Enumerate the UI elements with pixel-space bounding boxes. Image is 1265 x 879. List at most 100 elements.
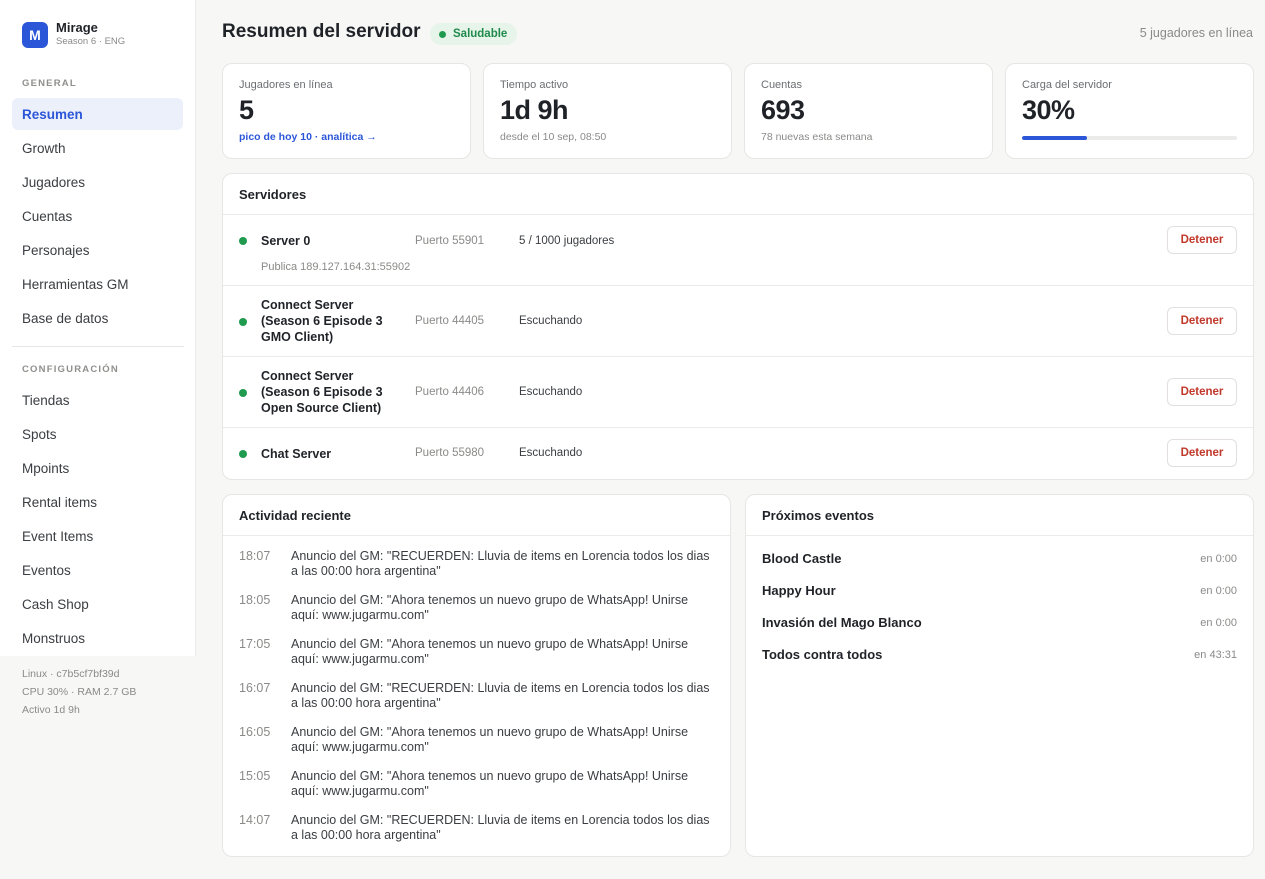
online-players-text: 5 jugadores en línea: [1139, 26, 1253, 40]
status-badge: Saludable: [430, 23, 518, 45]
page-title: Resumen del servidor: [222, 21, 421, 42]
card-divider: [223, 535, 730, 536]
activity-text: Anuncio del GM: "Ahora tenemos un nuevo …: [291, 593, 689, 622]
server-row: Chat Server Puerto 55980 Escuchando Dete…: [223, 428, 1253, 480]
sidebar-item-mpoints[interactable]: Mpoints: [12, 452, 183, 484]
server-public-address: Publica 189.127.164.31:55902: [261, 261, 411, 273]
event-name: Todos contra todos: [762, 647, 883, 662]
server-status: Escuchando: [519, 315, 583, 327]
activity-text: Anuncio del GM: "RECUERDEN: Lluvia de it…: [291, 549, 710, 578]
activity-title: Actividad reciente: [239, 508, 351, 523]
sidebar-item-rental-items[interactable]: Rental items: [12, 486, 183, 518]
stat-value: 30%: [1022, 95, 1075, 125]
activity-text: Anuncio del GM: "Ahora tenemos un nuevo …: [291, 725, 689, 754]
sidebar-item-base-de-datos[interactable]: Base de datos: [12, 302, 183, 334]
system-host: Linux · c7b5cf7bf39d: [22, 668, 120, 680]
sidebar-item-growth[interactable]: Growth: [12, 132, 183, 164]
system-resources: CPU 30% · RAM 2.7 GB: [22, 686, 137, 698]
server-status-dot-icon: [239, 389, 247, 397]
status-dot-icon: [439, 30, 446, 38]
servers-title: Servidores: [239, 187, 307, 202]
stop-server-button[interactable]: Detener: [1167, 226, 1237, 254]
server-status-dot-icon: [239, 450, 247, 458]
activity-time: 18:05: [239, 593, 271, 607]
sidebar-item-eventos[interactable]: Eventos: [12, 554, 183, 586]
sidebar-item-personajes[interactable]: Personajes: [12, 234, 183, 266]
sidebar: M Mirage Season 6 · ENG GENERAL Resumen …: [0, 0, 196, 879]
analytics-link[interactable]: pico de hoy 10 · analítica →: [239, 131, 377, 143]
stat-value: 1d 9h: [500, 95, 569, 125]
event-time: en 0:00: [1200, 585, 1237, 597]
sidebar-item-event-items[interactable]: Event Items: [12, 520, 183, 552]
section-label-general: GENERAL: [22, 78, 77, 89]
activity-time: 18:07: [239, 549, 271, 563]
event-time: en 43:31: [1194, 649, 1237, 661]
stop-server-button[interactable]: Detener: [1167, 307, 1237, 335]
activity-time: 14:07: [239, 813, 271, 827]
brand-subtitle: Season 6 · ENG: [56, 36, 126, 47]
activity-text: Anuncio del GM: "RECUERDEN: Lluvia de it…: [291, 813, 710, 842]
event-time: en 0:00: [1200, 553, 1237, 565]
system-info: Linux · c7b5cf7bf39d CPU 30% · RAM 2.7 G…: [22, 665, 136, 719]
servers-card: Servidores Server 0 Puerto 55901 5 / 100…: [222, 173, 1254, 480]
sidebar-item-cash-shop[interactable]: Cash Shop: [12, 588, 183, 620]
server-row: Server 0 Puerto 55901 5 / 1000 jugadores…: [223, 215, 1253, 286]
brand[interactable]: M Mirage Season 6 · ENG: [22, 21, 125, 48]
events-card: Próximos eventos Blood Castle en 0:00 Ha…: [745, 494, 1254, 857]
brand-logo: M: [22, 21, 48, 48]
event-time: en 0:00: [1200, 617, 1237, 629]
stat-card-uptime: Tiempo activo 1d 9h desde el 10 sep, 08:…: [483, 63, 732, 159]
activity-text: Anuncio del GM: "Ahora tenemos un nuevo …: [291, 637, 689, 666]
stat-label: Tiempo activo: [500, 79, 569, 91]
activity-time: 16:05: [239, 725, 271, 739]
server-port: Puerto 55901: [415, 235, 485, 247]
system-uptime: Activo 1d 9h: [22, 704, 80, 716]
stat-card-accounts: Cuentas 693 78 nuevas esta semana: [744, 63, 993, 159]
server-row: Connect Server (Season 6 Episode 3 GMO C…: [223, 286, 1253, 357]
server-port: Puerto 44406: [415, 386, 485, 398]
stat-sub: desde el 10 sep, 08:50: [500, 131, 607, 143]
activity-time: 16:07: [239, 681, 271, 695]
server-status: 5 / 1000 jugadores: [519, 235, 615, 247]
load-progress-bar: [1022, 136, 1237, 140]
sidebar-item-spots[interactable]: Spots: [12, 418, 183, 450]
server-status-dot-icon: [239, 318, 247, 326]
server-row: Connect Server (Season 6 Episode 3 Open …: [223, 357, 1253, 428]
activity-text: Anuncio del GM: "RECUERDEN: Lluvia de it…: [291, 681, 710, 710]
server-name: Server 0: [261, 234, 311, 248]
server-status: Escuchando: [519, 386, 583, 398]
sidebar-item-monstruos[interactable]: Monstruos: [12, 622, 183, 654]
event-name: Happy Hour: [762, 583, 836, 598]
load-progress-fill: [1022, 136, 1087, 140]
server-port: Puerto 55980: [415, 447, 485, 459]
stat-sub: 78 nuevas esta semana: [761, 131, 873, 143]
server-name: Connect Server (Season 6 Episode 3 GMO C…: [261, 298, 383, 344]
sidebar-item-cuentas[interactable]: Cuentas: [12, 200, 183, 232]
sidebar-item-jugadores[interactable]: Jugadores: [12, 166, 183, 198]
sidebar-item-tiendas[interactable]: Tiendas: [12, 384, 183, 416]
stat-card-players: Jugadores en línea 5 pico de hoy 10 · an…: [222, 63, 471, 159]
server-status: Escuchando: [519, 447, 583, 459]
section-label-configuracion: CONFIGURACIÓN: [22, 364, 119, 375]
activity-time: 15:05: [239, 769, 271, 783]
stat-label: Cuentas: [761, 79, 802, 91]
stop-server-button[interactable]: Detener: [1167, 378, 1237, 406]
stat-value: 5: [239, 95, 254, 125]
sidebar-item-resumen[interactable]: Resumen: [12, 98, 183, 130]
stat-label: Carga del servidor: [1022, 79, 1112, 91]
stat-value: 693: [761, 95, 805, 125]
activity-text: Anuncio del GM: "Ahora tenemos un nuevo …: [291, 769, 689, 798]
activity-time: 17:05: [239, 637, 271, 651]
events-title: Próximos eventos: [762, 508, 874, 523]
event-name: Invasión del Mago Blanco: [762, 615, 922, 630]
server-status-dot-icon: [239, 237, 247, 245]
brand-name: Mirage: [56, 20, 98, 35]
sidebar-item-herramientas-gm[interactable]: Herramientas GM: [12, 268, 183, 300]
activity-card: Actividad reciente 18:07 Anuncio del GM:…: [222, 494, 731, 857]
stat-card-load: Carga del servidor 30%: [1005, 63, 1254, 159]
stop-server-button[interactable]: Detener: [1167, 439, 1237, 467]
server-name: Connect Server (Season 6 Episode 3 Open …: [261, 369, 383, 415]
card-divider: [746, 535, 1253, 536]
server-port: Puerto 44405: [415, 315, 485, 327]
event-name: Blood Castle: [762, 551, 842, 566]
